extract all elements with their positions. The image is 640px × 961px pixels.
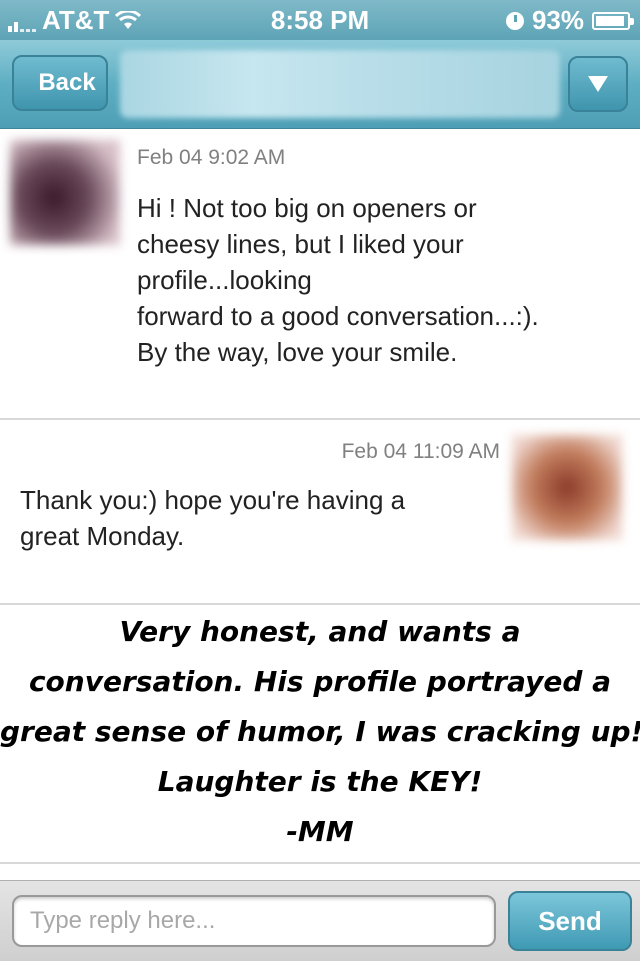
- message-timestamp: Feb 04 9:02 AM: [137, 146, 286, 169]
- send-button-label: Send: [538, 905, 602, 936]
- handwritten-note: Very honest, and wants a conversation. H…: [0, 603, 640, 864]
- note-line: conversation. His profile portrayed a: [28, 665, 612, 698]
- message-item: Feb 04 9:02 AM Hi ! Not too big on opene…: [0, 128, 640, 418]
- message-item: Feb 04 11:09 AM Thank you:) hope you're …: [0, 418, 640, 605]
- reply-bar: Send: [0, 880, 640, 961]
- note-line: Very honest, and wants a: [119, 615, 521, 648]
- status-right: 93%: [505, 5, 634, 36]
- reply-input[interactable]: [12, 895, 496, 947]
- options-dropdown-button[interactable]: [568, 56, 628, 112]
- nav-bar: Back: [0, 40, 640, 129]
- note-line: Laughter is the KEY!: [157, 765, 483, 798]
- back-button[interactable]: Back: [12, 55, 108, 111]
- sender-avatar[interactable]: [10, 140, 120, 245]
- back-button-label: Back: [38, 69, 96, 96]
- note-signature: -MM: [286, 815, 354, 848]
- message-text: Thank you:) hope you're having a great M…: [20, 485, 406, 551]
- status-bar: AT&T 8:58 PM 93%: [0, 0, 640, 40]
- message-timestamp: Feb 04 11:09 AM: [341, 440, 500, 463]
- triangle-down-icon: [588, 76, 608, 92]
- user-avatar[interactable]: [512, 435, 622, 540]
- alarm-clock-icon: [505, 11, 524, 30]
- note-line: great sense of humor, I was cracking up!: [0, 715, 640, 748]
- battery-icon: [592, 11, 634, 30]
- send-button[interactable]: Send: [508, 891, 632, 951]
- message-text: Hi ! Not too big on openers or cheesy li…: [137, 193, 539, 367]
- battery-percent: 93%: [531, 5, 584, 35]
- conversation-title-blurred: [120, 50, 560, 118]
